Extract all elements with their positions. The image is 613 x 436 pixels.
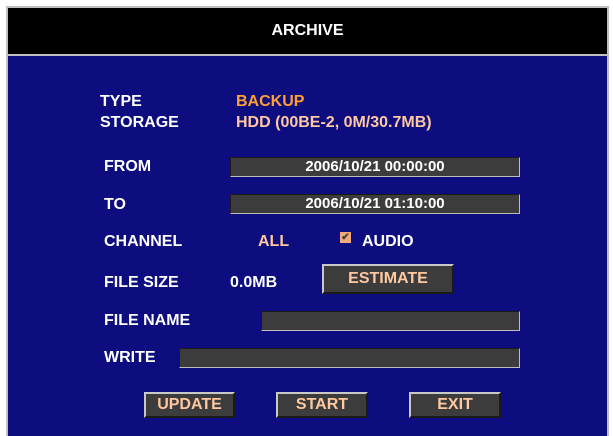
- storage-label: STORAGE: [100, 114, 179, 131]
- channel-label: CHANNEL: [104, 233, 183, 250]
- checkmark-icon: ✔: [341, 232, 350, 243]
- window-title: ARCHIVE: [6, 6, 609, 56]
- file-size-label: FILE SIZE: [104, 274, 179, 291]
- archive-window: ARCHIVE TYPE BACKUP STORAGE HDD (00BE-2,…: [0, 0, 613, 436]
- write-progress-field: [179, 348, 520, 368]
- start-button[interactable]: START: [276, 392, 368, 418]
- channel-value[interactable]: ALL: [258, 233, 289, 251]
- file-name-input[interactable]: [261, 311, 520, 331]
- to-datetime-field[interactable]: 2006/10/21 01:10:00: [230, 194, 520, 214]
- audio-checkbox[interactable]: ✔: [340, 232, 351, 243]
- estimate-button[interactable]: ESTIMATE: [322, 264, 454, 294]
- file-size-value: 0.0MB: [230, 274, 278, 291]
- storage-value: HDD (00BE-2, 0M/30.7MB): [236, 114, 432, 131]
- archive-panel: TYPE BACKUP STORAGE HDD (00BE-2, 0M/30.7…: [6, 56, 609, 436]
- type-value: BACKUP: [236, 93, 305, 110]
- from-label: FROM: [104, 158, 152, 175]
- type-label: TYPE: [100, 93, 142, 110]
- audio-label: AUDIO: [362, 233, 414, 250]
- update-button[interactable]: UPDATE: [144, 392, 235, 418]
- from-datetime-field[interactable]: 2006/10/21 00:00:00: [230, 157, 520, 177]
- exit-button[interactable]: EXIT: [409, 392, 501, 418]
- to-label: TO: [104, 196, 126, 213]
- file-name-label: FILE NAME: [104, 312, 191, 329]
- write-label: WRITE: [104, 349, 156, 366]
